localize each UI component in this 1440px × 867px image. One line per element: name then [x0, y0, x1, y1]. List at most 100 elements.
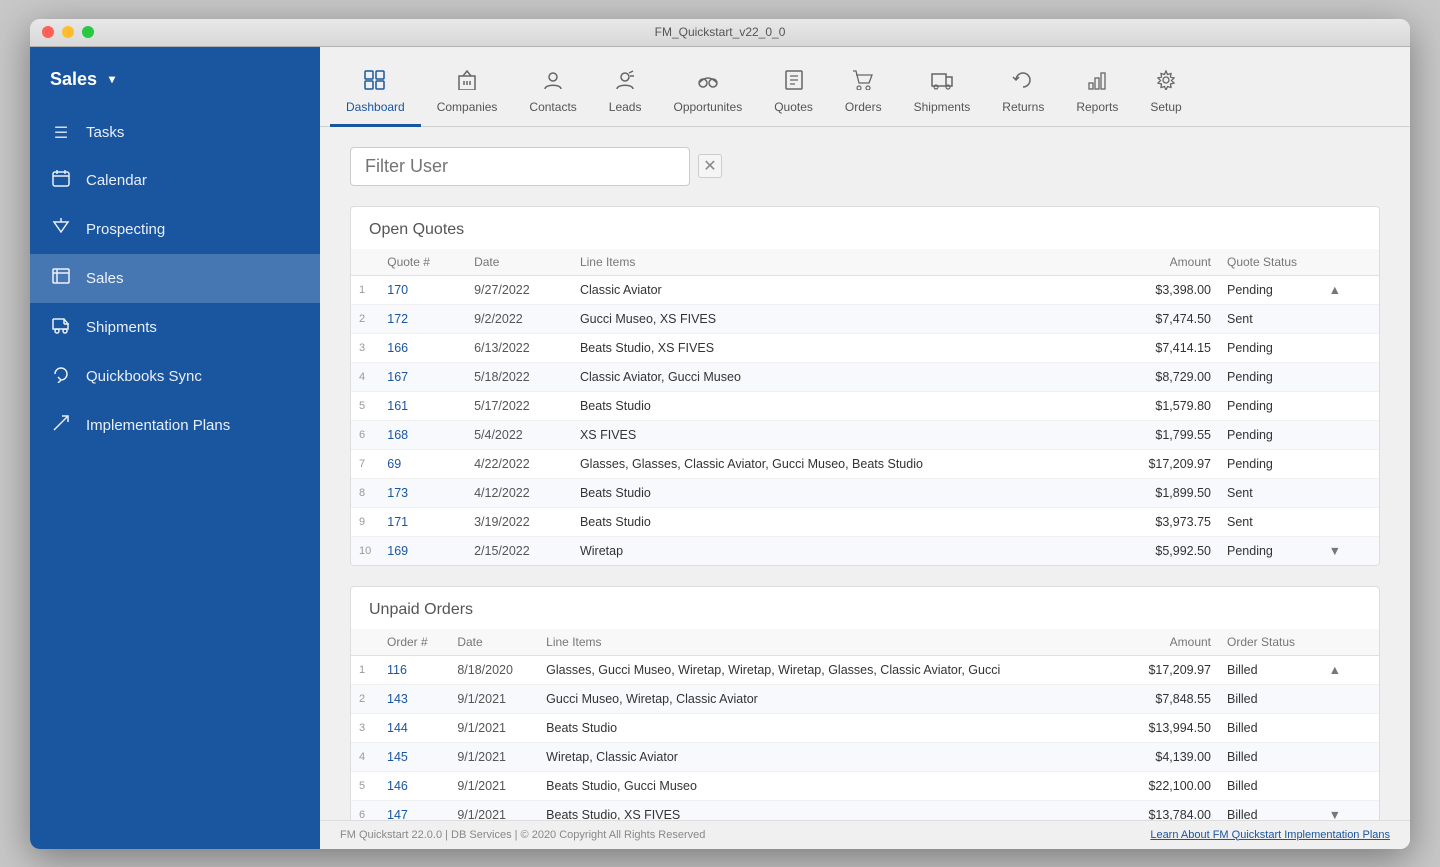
order-amount: $17,209.97 — [1121, 655, 1219, 684]
table-row[interactable]: 1 116 8/18/2020 Glasses, Gucci Museo, Wi… — [351, 655, 1379, 684]
table-row[interactable]: 3 166 6/13/2022 Beats Studio, XS FIVES $… — [351, 333, 1379, 362]
quote-number: 171 — [379, 507, 466, 536]
quote-amount: $7,474.50 — [1103, 304, 1219, 333]
orders-icon — [852, 70, 874, 96]
nav-item-leads[interactable]: Leads — [593, 62, 658, 127]
nav-item-reports[interactable]: Reports — [1060, 62, 1134, 127]
sidebar-header[interactable]: Sales ▾ — [30, 57, 320, 110]
quote-number: 170 — [379, 275, 466, 304]
scroll-col — [1349, 275, 1379, 304]
open-quotes-header-row: Quote # Date Line Items Amount Quote Sta… — [351, 249, 1379, 276]
row-num: 3 — [351, 333, 379, 362]
sidebar-label-prospecting: Prospecting — [86, 221, 165, 238]
sidebar-label-quickbooks: Quickbooks Sync — [86, 368, 202, 385]
quote-amount: $7,414.15 — [1103, 333, 1219, 362]
filter-clear-button[interactable]: ✕ — [698, 154, 722, 178]
scroll-down-icon[interactable]: ▼ — [1329, 544, 1341, 558]
sales-icon — [50, 267, 72, 290]
nav-item-setup[interactable]: Setup — [1134, 62, 1197, 127]
col-scroll-oq — [1349, 249, 1379, 276]
close-button[interactable] — [42, 26, 54, 38]
scroll-up-icon[interactable]: ▲ — [1329, 283, 1341, 297]
table-row[interactable]: 7 69 4/22/2022 Glasses, Glasses, Classic… — [351, 449, 1379, 478]
nav-label-returns: Returns — [1002, 100, 1044, 114]
sidebar-item-prospecting[interactable]: Prospecting — [30, 205, 320, 254]
nav-label-opportunities: Opportunites — [673, 100, 742, 114]
dashboard-icon — [364, 70, 386, 96]
table-row[interactable]: 5 161 5/17/2022 Beats Studio $1,579.80 P… — [351, 391, 1379, 420]
order-status: Billed ▲ — [1219, 655, 1349, 684]
quote-number: 169 — [379, 536, 466, 565]
sidebar-item-sales[interactable]: Sales — [30, 254, 320, 303]
table-row[interactable]: 4 167 5/18/2022 Classic Aviator, Gucci M… — [351, 362, 1379, 391]
scroll-col — [1349, 333, 1379, 362]
nav-item-returns[interactable]: Returns — [986, 62, 1060, 127]
table-row[interactable]: 3 144 9/1/2021 Beats Studio $13,994.50 B… — [351, 713, 1379, 742]
tasks-icon: ☰ — [50, 123, 72, 143]
col-quote-num: Quote # — [379, 249, 466, 276]
filter-user-input[interactable] — [350, 147, 690, 186]
table-row[interactable]: 1 170 9/27/2022 Classic Aviator $3,398.0… — [351, 275, 1379, 304]
table-row[interactable]: 6 147 9/1/2021 Beats Studio, XS FIVES $1… — [351, 800, 1379, 820]
open-quotes-table: Quote # Date Line Items Amount Quote Sta… — [351, 249, 1379, 565]
nav-label-reports: Reports — [1076, 100, 1118, 114]
nav-item-contacts[interactable]: Contacts — [513, 62, 592, 127]
scroll-up-icon[interactable]: ▲ — [1329, 663, 1341, 677]
col-amount-uo: Amount — [1121, 629, 1219, 656]
table-row[interactable]: 4 145 9/1/2021 Wiretap, Classic Aviator … — [351, 742, 1379, 771]
quote-items: Beats Studio, XS FIVES — [572, 333, 1103, 362]
unpaid-orders-table-container: Order # Date Line Items Amount Order Sta… — [351, 629, 1379, 820]
quote-date: 3/19/2022 — [466, 507, 572, 536]
row-num: 6 — [351, 800, 379, 820]
table-row[interactable]: 2 143 9/1/2021 Gucci Museo, Wiretap, Cla… — [351, 684, 1379, 713]
nav-item-quotes[interactable]: Quotes — [758, 62, 829, 127]
footer-link[interactable]: Learn About FM Quickstart Implementation… — [1150, 829, 1390, 841]
nav-item-dashboard[interactable]: Dashboard — [330, 62, 421, 127]
returns-icon — [1012, 70, 1034, 96]
col-order-num: Order # — [379, 629, 449, 656]
order-status: Billed — [1219, 742, 1349, 771]
table-row[interactable]: 6 168 5/4/2022 XS FIVES $1,799.55 Pendin… — [351, 420, 1379, 449]
maximize-button[interactable] — [82, 26, 94, 38]
scroll-down-icon[interactable]: ▼ — [1329, 808, 1341, 820]
col-date-oq: Date — [466, 249, 572, 276]
table-row[interactable]: 5 146 9/1/2021 Beats Studio, Gucci Museo… — [351, 771, 1379, 800]
quote-amount: $3,398.00 — [1103, 275, 1219, 304]
quote-items: Wiretap — [572, 536, 1103, 565]
sidebar-item-calendar[interactable]: Calendar — [30, 156, 320, 205]
sidebar-item-tasks[interactable]: ☰ Tasks — [30, 110, 320, 156]
scroll-col — [1349, 684, 1379, 713]
sidebar-label-implementation: Implementation Plans — [86, 417, 230, 434]
col-rownum-oq — [351, 249, 379, 276]
nav-label-contacts: Contacts — [529, 100, 576, 114]
nav-item-shipments[interactable]: Shipments — [898, 62, 987, 127]
sidebar-item-implementation[interactable]: Implementation Plans — [30, 401, 320, 450]
quote-date: 4/12/2022 — [466, 478, 572, 507]
sidebar-label-tasks: Tasks — [86, 124, 124, 141]
table-row[interactable]: 9 171 3/19/2022 Beats Studio $3,973.75 S… — [351, 507, 1379, 536]
order-number: 145 — [379, 742, 449, 771]
footer-left: FM Quickstart 22.0.0 | DB Services | © 2… — [340, 829, 705, 841]
quote-status: Pending — [1219, 333, 1349, 362]
order-date: 9/1/2021 — [449, 742, 538, 771]
implementation-icon — [50, 414, 72, 437]
sidebar-item-shipments[interactable]: Shipments — [30, 303, 320, 352]
row-num: 4 — [351, 742, 379, 771]
nav-item-orders[interactable]: Orders — [829, 62, 898, 127]
sidebar-item-quickbooks[interactable]: Quickbooks Sync — [30, 352, 320, 401]
col-status-oq: Quote Status — [1219, 249, 1349, 276]
col-rownum-uo — [351, 629, 379, 656]
minimize-button[interactable] — [62, 26, 74, 38]
table-row[interactable]: 2 172 9/2/2022 Gucci Museo, XS FIVES $7,… — [351, 304, 1379, 333]
table-row[interactable]: 10 169 2/15/2022 Wiretap $5,992.50 Pendi… — [351, 536, 1379, 565]
nav-item-companies[interactable]: Companies — [421, 62, 514, 127]
quote-amount: $1,799.55 — [1103, 420, 1219, 449]
nav-item-opportunities[interactable]: Opportunites — [657, 62, 758, 127]
quote-amount: $5,992.50 — [1103, 536, 1219, 565]
nav-label-dashboard: Dashboard — [346, 100, 405, 114]
unpaid-orders-title: Unpaid Orders — [351, 587, 1379, 629]
col-status-uo: Order Status — [1219, 629, 1349, 656]
order-status: Billed ▼ — [1219, 800, 1349, 820]
table-row[interactable]: 8 173 4/12/2022 Beats Studio $1,899.50 S… — [351, 478, 1379, 507]
order-number: 146 — [379, 771, 449, 800]
